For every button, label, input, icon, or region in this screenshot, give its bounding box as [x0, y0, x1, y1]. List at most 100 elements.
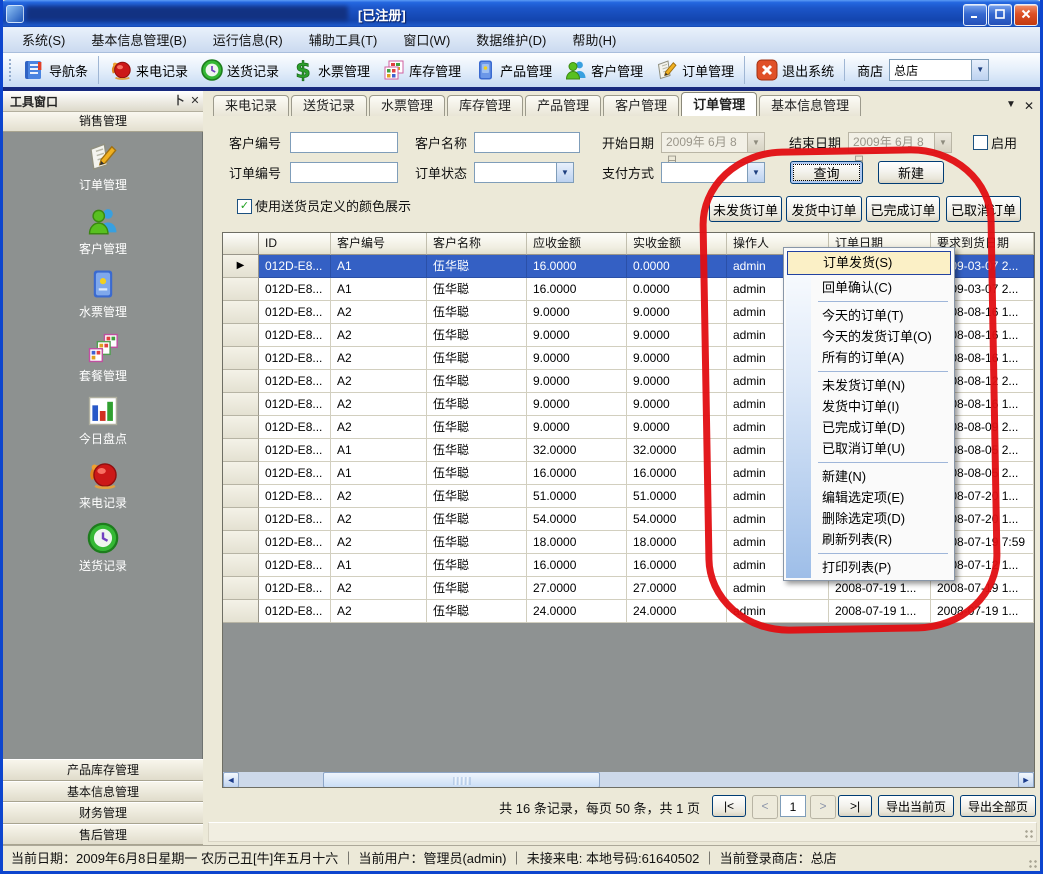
context-menu-item-今天的发货订单(O)[interactable]: 今天的发货订单(O) [786, 326, 952, 347]
context-menu-item-刷新列表(R)[interactable]: 刷新列表(R) [786, 529, 952, 550]
toolbar-dollar-button[interactable]: $水票管理 [285, 56, 376, 84]
context-menu-item-发货中订单(I)[interactable]: 发货中订单(I) [786, 396, 952, 417]
prev-page-button[interactable]: < [752, 795, 778, 819]
menu-item-5[interactable]: 数据维护(D) [463, 27, 559, 52]
column-header-客户编号[interactable]: 客户编号 [331, 233, 427, 255]
tab-库存管理[interactable]: 库存管理 [447, 95, 523, 116]
tab-close-icon[interactable]: ✕ [1024, 99, 1034, 113]
status-filter-button-发货中订单[interactable]: 发货中订单 [786, 196, 862, 222]
menu-item-3[interactable]: 辅助工具(T) [296, 27, 391, 52]
sidebar-group-售后管理[interactable]: 售后管理 [3, 824, 203, 846]
tab-订单管理[interactable]: 订单管理 [681, 92, 757, 116]
scrollbar-thumb[interactable] [323, 772, 600, 788]
tab-scroll-down-icon[interactable]: ▼ [1006, 99, 1016, 110]
context-menu-item-回单确认(C)[interactable]: 回单确认(C) [786, 277, 952, 298]
payment-dropdown-icon[interactable]: ▼ [747, 163, 764, 182]
menu-item-0[interactable]: 系统(S) [9, 27, 78, 52]
order-status-select[interactable]: ▼ [474, 162, 574, 183]
menu-item-2[interactable]: 运行信息(R) [200, 27, 296, 52]
tab-送货记录[interactable]: 送货记录 [291, 95, 367, 116]
pin-icon[interactable]: 卜 [171, 93, 187, 109]
toolbar-people-button[interactable]: 客户管理 [558, 56, 649, 84]
page-number-input[interactable]: 1 [780, 795, 806, 817]
end-date-picker[interactable]: 2009年 6月 8日 ▼ [848, 132, 952, 153]
status-filter-button-未发货订单[interactable]: 未发货订单 [709, 196, 782, 222]
maximize-button[interactable] [988, 4, 1012, 26]
toolbar-bell-button[interactable]: 来电记录 [98, 56, 194, 84]
first-page-button[interactable]: |< [712, 795, 746, 817]
tab-水票管理[interactable]: 水票管理 [369, 95, 445, 116]
order-status-dropdown-icon[interactable]: ▼ [556, 163, 573, 182]
menu-item-1[interactable]: 基本信息管理(B) [78, 27, 199, 52]
context-menu-item-今天的订单(T)[interactable]: 今天的订单(T) [786, 305, 952, 326]
status-filter-button-已取消订单[interactable]: 已取消订单 [946, 196, 1021, 222]
sidebar-item-今日盘点[interactable]: 今日盘点 [3, 394, 203, 447]
toolbar-exit-button[interactable]: 退出系统 [744, 56, 840, 84]
menu-item-4[interactable]: 窗口(W) [390, 27, 463, 52]
tab-客户管理[interactable]: 客户管理 [603, 95, 679, 116]
column-header-实收金额[interactable]: 实收金额 [627, 233, 727, 255]
cell-receivable: 16.0000 [527, 278, 627, 301]
context-menu-item-未发货订单(N)[interactable]: 未发货订单(N) [786, 375, 952, 396]
context-menu-item-已完成订单(D)[interactable]: 已完成订单(D) [786, 417, 952, 438]
sidebar-item-水票管理[interactable]: 水票管理 [3, 267, 203, 320]
sidebar-item-套餐管理[interactable]: 套餐管理 [3, 331, 203, 384]
color-display-checkbox[interactable]: ✓ [237, 199, 252, 214]
export-current-page-button[interactable]: 导出当前页 [878, 795, 954, 817]
sidebar-item-送货记录[interactable]: 送货记录 [3, 521, 203, 574]
minimize-button[interactable] [963, 4, 987, 26]
context-menu-item-订单发货(S)[interactable]: 订单发货(S) [787, 251, 951, 275]
new-button[interactable]: 新建 [878, 161, 944, 184]
customer-name-input[interactable] [474, 132, 580, 153]
toolbar-product-button[interactable]: 产品管理 [467, 56, 558, 84]
resize-grip[interactable] [1028, 859, 1038, 869]
sidebar-group-基本信息管理[interactable]: 基本信息管理 [3, 781, 203, 803]
sidebar-item-订单管理[interactable]: 订单管理 [3, 140, 203, 193]
sidebar-group-产品库存管理[interactable]: 产品库存管理 [3, 759, 203, 781]
context-menu-item-新建(N)[interactable]: 新建(N) [786, 466, 952, 487]
payment-select[interactable]: ▼ [661, 162, 765, 183]
context-menu-item-编辑选定项(E)[interactable]: 编辑选定项(E) [786, 487, 952, 508]
enable-checkbox[interactable] [973, 135, 988, 150]
cell-id: 012D-E8... [259, 554, 331, 577]
menu-item-6[interactable]: 帮助(H) [559, 27, 629, 52]
order-no-input[interactable] [290, 162, 398, 183]
horizontal-scrollbar[interactable]: ◄ ► [223, 772, 1034, 788]
context-menu-item-所有的订单(A)[interactable]: 所有的订单(A) [786, 347, 952, 368]
column-header-ID[interactable]: ID [259, 233, 331, 255]
column-header-应收金额[interactable]: 应收金额 [527, 233, 627, 255]
tab-基本信息管理[interactable]: 基本信息管理 [759, 95, 861, 116]
tab-产品管理[interactable]: 产品管理 [525, 95, 601, 116]
sidebar-group-财务管理[interactable]: 财务管理 [3, 802, 203, 824]
table-row[interactable]: 012D-E8...A2伍华聪24.000024.0000admin2008-0… [223, 600, 1034, 623]
toolbar-pen-button[interactable]: 订单管理 [649, 56, 740, 84]
scroll-right-icon[interactable]: ► [1018, 772, 1034, 788]
start-date-picker[interactable]: 2009年 6月 8日 ▼ [661, 132, 765, 153]
sidebar-item-客户管理[interactable]: 客户管理 [3, 204, 203, 257]
column-header-客户名称[interactable]: 客户名称 [427, 233, 527, 255]
toolbar-book-button[interactable]: 导航条 [16, 56, 94, 84]
context-menu-item-已取消订单(U)[interactable]: 已取消订单(U) [786, 438, 952, 459]
context-menu-item-删除选定项(D)[interactable]: 删除选定项(D) [786, 508, 952, 529]
toolbar-grip[interactable] [8, 58, 12, 82]
toolbar-calendar-button[interactable]: 库存管理 [376, 56, 467, 84]
query-button[interactable]: 查询 [790, 161, 863, 184]
close-button[interactable] [1014, 4, 1038, 26]
shop-select[interactable]: 总店▼ [889, 59, 989, 81]
tool-window-close-icon[interactable]: ✕ [187, 93, 203, 109]
context-menu-item-打印列表(P)[interactable]: 打印列表(P) [786, 557, 952, 578]
scroll-left-icon[interactable]: ◄ [223, 772, 239, 788]
sidebar-group-sales[interactable]: 销售管理 [3, 112, 203, 132]
status-filter-button-已完成订单[interactable]: 已完成订单 [866, 196, 940, 222]
menu-separator [818, 553, 948, 554]
toolbar-clock-button[interactable]: 送货记录 [194, 56, 285, 84]
sidebar-item-来电记录[interactable]: 来电记录 [3, 458, 203, 511]
tab-来电记录[interactable]: 来电记录 [213, 95, 289, 116]
start-date-dropdown-icon[interactable]: ▼ [747, 133, 764, 152]
last-page-button[interactable]: >| [838, 795, 872, 817]
shop-dropdown-icon[interactable]: ▼ [971, 60, 988, 80]
next-page-button[interactable]: > [810, 795, 836, 819]
export-all-pages-button[interactable]: 导出全部页 [960, 795, 1036, 817]
customer-no-input[interactable] [290, 132, 398, 153]
end-date-dropdown-icon[interactable]: ▼ [934, 133, 951, 152]
